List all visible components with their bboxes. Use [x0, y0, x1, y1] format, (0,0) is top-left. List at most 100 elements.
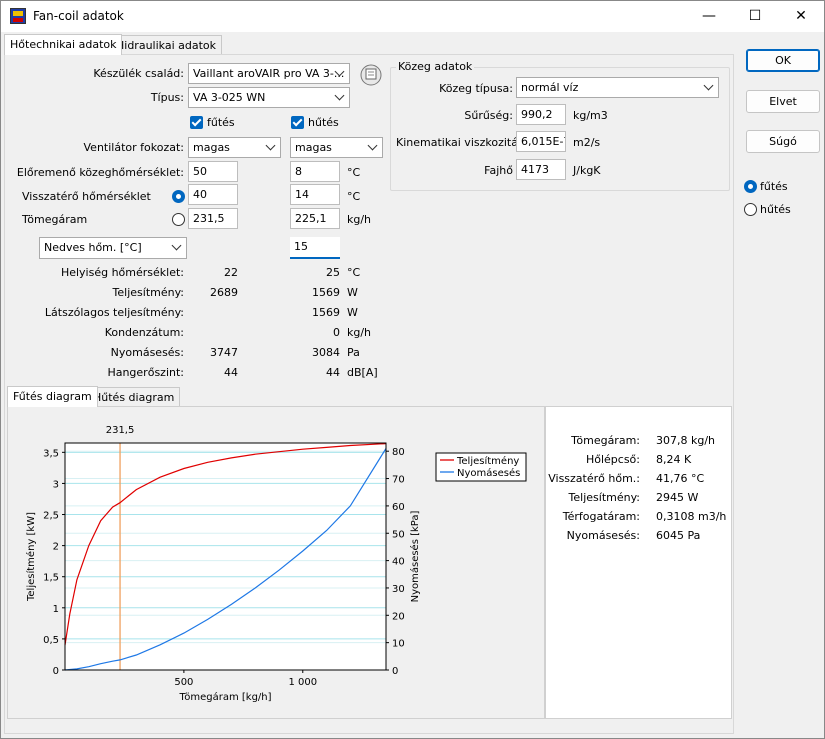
supply-temp-label: Előremenő közeghőmérséklet:	[16, 166, 184, 179]
return-temp-unit: °C	[347, 190, 361, 203]
mode-heating-radio[interactable]	[744, 180, 757, 193]
result-unit: °C	[347, 266, 361, 279]
result-label: Látszólagos teljesítmény:	[44, 306, 184, 319]
x-axis-label: Tömegáram [kg/h]	[178, 691, 271, 703]
return-temp-heating-input[interactable]: 40	[188, 184, 238, 205]
y-tick-label: 2,5	[43, 511, 59, 522]
tab-cooling-diagram[interactable]: Hűtés diagram	[87, 387, 181, 407]
density-label: Sűrűség:	[464, 109, 513, 122]
device-family-label: Készülék család:	[93, 67, 184, 80]
supply-temp-heating-input[interactable]: 50	[188, 161, 238, 182]
info-value: 0,3108 m3/h	[656, 510, 727, 523]
info-label: Térfogatáram:	[562, 510, 640, 523]
humidity-value-input[interactable]: 15	[290, 237, 340, 259]
humidity-type-value: Nedves hőm. [°C]	[44, 241, 142, 254]
maximize-button[interactable]: ☐	[732, 1, 778, 32]
y-tick-label: 0	[53, 666, 59, 677]
result-unit: dB[A]	[347, 366, 378, 379]
y-tick-label: 1,5	[43, 573, 59, 584]
mass-flow-label: Tömegáram	[22, 213, 88, 226]
close-button[interactable]: ✕	[778, 1, 824, 32]
return-temp-label: Visszatérő hőmérséklet	[22, 190, 151, 203]
y2-tick-label: 60	[392, 502, 405, 513]
cancel-button[interactable]: Elvet	[746, 90, 820, 113]
mass-flow-radio[interactable]	[172, 213, 185, 226]
medium-type-label: Közeg típusa:	[439, 82, 513, 95]
app-icon	[10, 8, 26, 24]
heating-checkbox[interactable]	[190, 116, 203, 129]
info-value: 8,24 K	[656, 453, 692, 466]
result-unit: kg/h	[347, 326, 372, 339]
cooling-checkbox[interactable]	[291, 116, 304, 129]
mode-heating-label: fűtés	[760, 180, 788, 193]
result-heating-value: 2689	[210, 286, 238, 299]
medium-group-title: Közeg adatok	[396, 60, 475, 73]
result-label: Hangerőszint:	[107, 366, 184, 379]
fan-speed-cooling-select[interactable]: magas	[290, 137, 383, 158]
tab-thermal[interactable]: Hőtechnikai adatok	[4, 34, 123, 55]
mode-cooling-radio[interactable]	[744, 203, 757, 216]
mass-flow-cooling-input[interactable]: 225,1	[290, 208, 340, 229]
result-cooling-value: 1569	[312, 306, 340, 319]
y-tick-label: 3	[53, 479, 59, 490]
chevron-down-icon	[703, 80, 714, 91]
fan-speed-heating-value: magas	[193, 141, 230, 154]
tab-heating-diagram[interactable]: Fűtés diagram	[7, 386, 98, 407]
heating-check-label: fűtés	[207, 116, 235, 129]
y-tick-label: 1	[53, 604, 59, 615]
humidity-type-select[interactable]: Nedves hőm. [°C]	[39, 237, 187, 259]
y2-tick-label: 40	[392, 557, 405, 568]
return-temp-cooling-input[interactable]: 14	[290, 184, 340, 205]
y2-axis-label: Nyomásesés [kPa]	[409, 511, 421, 603]
info-label: Teljesítmény:	[568, 491, 640, 504]
device-family-value: Vaillant aroVAIR pro VA 3-...	[193, 67, 345, 80]
viscosity-input[interactable]: 6,015E-7	[516, 131, 566, 152]
type-select[interactable]: VA 3-025 WN	[188, 87, 350, 108]
medium-type-value: normál víz	[521, 81, 579, 94]
mass-flow-unit: kg/h	[347, 213, 372, 226]
viscosity-label: Kinematikai viszkozitás:	[396, 136, 528, 149]
return-temp-radio[interactable]	[172, 190, 185, 203]
result-label: Kondenzátum:	[104, 326, 184, 339]
ok-button[interactable]: OK	[746, 49, 820, 72]
type-value: VA 3-025 WN	[193, 91, 266, 104]
plot-area	[65, 443, 386, 670]
heat-capacity-unit: J/kgK	[573, 164, 601, 177]
result-cooling-value: 25	[326, 266, 340, 279]
mode-cooling-label: hűtés	[760, 203, 791, 216]
heat-capacity-input[interactable]: 4173	[516, 159, 566, 180]
result-heating-value: 44	[224, 366, 238, 379]
y-tick-label: 0,5	[43, 635, 59, 646]
chevron-down-icon	[265, 140, 276, 151]
x-tick-label: 1 000	[288, 677, 317, 688]
minimize-button[interactable]: —	[686, 1, 732, 32]
info-label: Visszatérő hőm.:	[548, 472, 640, 485]
tab-hydraulic[interactable]: Hidraulikai adatok	[110, 35, 223, 55]
mass-flow-heating-input[interactable]: 231,5	[188, 208, 238, 229]
y2-tick-label: 50	[392, 529, 405, 540]
info-label: Nyomásesés:	[566, 529, 640, 542]
device-family-select[interactable]: Vaillant aroVAIR pro VA 3-...	[188, 63, 350, 84]
diagram-panel: 231,5 0 0,5 1 1,5 2 2,5 3 3,5 0 10 20 30 40 50 60 70 80 50…	[7, 406, 545, 719]
y2-tick-label: 30	[392, 584, 405, 595]
y2-tick-label: 10	[392, 639, 405, 650]
type-label: Típus:	[150, 91, 184, 104]
result-cooling-value: 3084	[312, 346, 340, 359]
y-axis-label: Teljesítmény [kW]	[25, 512, 37, 602]
supply-temp-unit: °C	[347, 166, 361, 179]
help-button[interactable]: Súgó	[746, 130, 820, 153]
y2-tick-label: 20	[392, 611, 405, 622]
chevron-down-icon	[334, 90, 345, 101]
info-value: 307,8 kg/h	[656, 434, 716, 447]
density-input[interactable]: 990,2	[516, 104, 566, 125]
library-icon[interactable]	[358, 61, 384, 87]
x-tick-label: 500	[174, 677, 193, 688]
legend-label: Teljesítmény	[456, 455, 519, 467]
medium-type-select[interactable]: normál víz	[516, 77, 719, 98]
window-title: Fan-coil adatok	[33, 9, 124, 23]
viscosity-unit: m2/s	[573, 136, 601, 149]
supply-temp-cooling-input[interactable]: 8	[290, 161, 340, 182]
fan-speed-heating-select[interactable]: magas	[188, 137, 281, 158]
info-value: 41,76 °C	[656, 472, 705, 485]
performance-chart: 231,5 0 0,5 1 1,5 2 2,5 3 3,5 0 10 20 30 40 50 60 70 80 50…	[25, 425, 527, 703]
